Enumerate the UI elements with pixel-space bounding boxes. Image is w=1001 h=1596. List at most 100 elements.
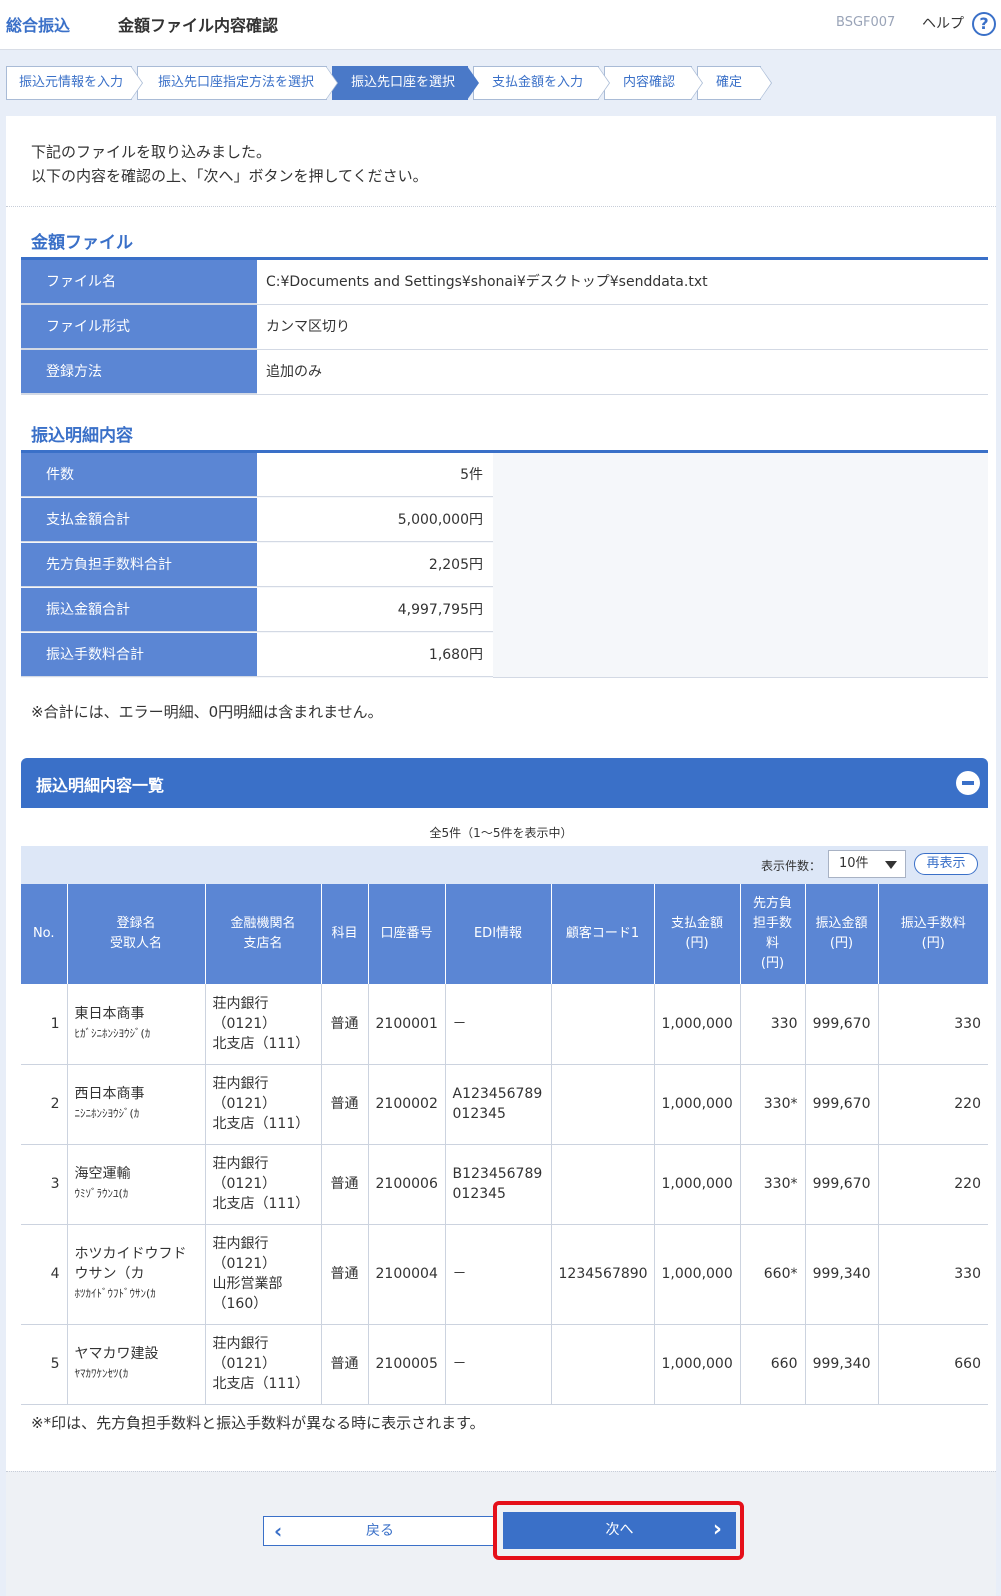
cell-edi: B123456789 012345 xyxy=(445,1144,552,1225)
table-row: 2 西日本商事 ﾆｼﾆﾎﾝｼﾖｳｼﾞ(ｶ 荘内銀行 （0121） 北支店（111） 普… xyxy=(21,1064,988,1145)
screen-code: BSGF007 xyxy=(836,15,896,30)
transfer-fee-total-label: 振込手数料合計 xyxy=(21,633,257,677)
summary-bottom-rule xyxy=(493,677,988,678)
table-row: 5 ヤマカワ建設 ﾔﾏｶﾜｹﾝｾﾂ(ｶ 荘内銀行 （0121） 北支店（111） 普通… xyxy=(21,1324,988,1405)
cell-bank: 荘内銀行 （0121） 北支店（111） xyxy=(205,1324,322,1405)
help-icon[interactable]: ? xyxy=(972,12,996,36)
cell-bank: 荘内銀行 （0121） 北支店（111） xyxy=(205,984,322,1065)
display-controls: 表示件数： 10件 再表示 xyxy=(21,846,988,884)
chevron-right-icon: › xyxy=(712,1517,722,1542)
summary-table: 件数 5件 支払金額合計 5,000,000円 先方負担手数料合計 2,205円… xyxy=(21,453,988,678)
cell-payee-fee: 660* xyxy=(740,1224,806,1325)
cell-payee-fee: 330* xyxy=(740,1064,806,1145)
list-header-bar: 振込明細内容一覧 xyxy=(21,758,988,808)
back-button[interactable]: ‹ 戻る xyxy=(263,1516,497,1546)
intro-line-2: 以下の内容を確認の上、「次へ」ボタンを押してください。 xyxy=(31,167,428,185)
cell-edi: A123456789 012345 xyxy=(445,1064,552,1145)
cell-transfer-fee: 220 xyxy=(878,1144,988,1225)
intro-text: 下記のファイルを取り込みました。 以下の内容を確認の上、「次へ」ボタンを押してく… xyxy=(31,140,428,188)
step-3: 振込先口座を選択 xyxy=(332,66,479,100)
file-name-value: C:¥Documents and Settings¥shonai¥デスクトップ¥… xyxy=(266,274,708,290)
page-header: 総合振込 金額ファイル内容確認 BSGF007 ヘルプ ? xyxy=(0,0,1001,50)
step-label: 振込先口座を選択 xyxy=(351,75,456,90)
cell-no: 4 xyxy=(21,1224,68,1325)
col-payee-fee: 先方負 担手数料 (円) xyxy=(740,884,806,984)
cell-bank: 荘内銀行 （0121） 北支店（111） xyxy=(205,1064,322,1145)
register-method-value: 追加のみ xyxy=(266,364,322,380)
summary-row: 支払金額合計 5,000,000円 xyxy=(21,498,988,543)
col-account: 口座番号 xyxy=(368,884,446,984)
col-type: 科目 xyxy=(321,884,369,984)
cell-no: 3 xyxy=(21,1144,68,1225)
step-2: 振込先口座指定方法を選択 xyxy=(137,66,338,100)
cell-edi: － xyxy=(445,1324,552,1405)
cell-no: 1 xyxy=(21,984,68,1065)
transfer-fee-total-value: 1,680円 xyxy=(257,633,493,677)
cell-type: 普通 xyxy=(321,1144,369,1225)
cell-pay-amount: 1,000,000 xyxy=(654,1064,741,1145)
refresh-button[interactable]: 再表示 xyxy=(914,853,978,875)
summary-note: ※合計には、エラー明細、0円明細は含まれません。 xyxy=(31,703,383,721)
fee-diff-note: ※*印は、先方負担手数料と振込手数料が異なる時に表示されます。 xyxy=(31,1414,485,1432)
file-format-label: ファイル形式 xyxy=(21,305,257,349)
cell-no: 2 xyxy=(21,1064,68,1145)
col-pay-amount: 支払金額 (円) xyxy=(654,884,741,984)
cell-account: 2100005 xyxy=(368,1324,446,1405)
cell-transfer-amount: 999,670 xyxy=(805,1064,879,1145)
cell-name: ホツカイドウフドウサン（カ ﾎﾂｶｲﾄﾞｳﾌﾄﾞｳｻﾝ(ｶ xyxy=(67,1224,206,1325)
table-header-row: No. 登録名 受取人名 金融機関名 支店名 科目 口座番号 EDI情報 顧客コード… xyxy=(21,884,988,984)
help-link[interactable]: ヘルプ xyxy=(922,13,964,33)
cell-edi: － xyxy=(445,984,552,1065)
step-label: 内容確認 xyxy=(623,75,676,90)
display-count-label: 表示件数： xyxy=(761,859,822,873)
summary-row: 先方負担手数料合計 2,205円 xyxy=(21,543,988,588)
step-label: 振込元情報を入力 xyxy=(19,75,124,90)
record-count: 全5件（1～5件を表示中） xyxy=(429,826,573,840)
count-label: 件数 xyxy=(21,453,257,497)
cell-pay-amount: 1,000,000 xyxy=(654,1144,741,1225)
count-value: 5件 xyxy=(257,453,493,497)
display-count-select[interactable]: 10件 xyxy=(828,850,906,878)
cell-transfer-amount: 999,340 xyxy=(805,1224,879,1325)
cell-transfer-amount: 999,670 xyxy=(805,1144,879,1225)
cell-pay-amount: 1,000,000 xyxy=(654,1324,741,1405)
file-name-label: ファイル名 xyxy=(21,260,257,304)
collapse-icon[interactable] xyxy=(956,771,980,795)
pay-total-label: 支払金額合計 xyxy=(21,498,257,542)
cell-customer-code xyxy=(551,984,655,1065)
pay-total-value: 5,000,000円 xyxy=(257,498,493,542)
cell-pay-amount: 1,000,000 xyxy=(654,1224,741,1325)
step-4: 支払金額を入力 xyxy=(473,66,610,100)
cell-transfer-amount: 999,670 xyxy=(805,984,879,1065)
cell-transfer-fee: 220 xyxy=(878,1064,988,1145)
cell-name: 西日本商事 ﾆｼﾆﾎﾝｼﾖｳｼﾞ(ｶ xyxy=(67,1064,206,1145)
cell-type: 普通 xyxy=(321,1224,369,1325)
payee-fee-total-label: 先方負担手数料合計 xyxy=(21,543,257,587)
cell-transfer-amount: 999,340 xyxy=(805,1324,879,1405)
cell-customer-code xyxy=(551,1064,655,1145)
display-count-value: 10件 xyxy=(839,856,869,871)
next-button[interactable]: 次へ › xyxy=(503,1512,736,1549)
col-name: 登録名 受取人名 xyxy=(67,884,206,984)
step-label: 確定 xyxy=(716,75,743,90)
col-transfer-amount: 振込金額 (円) xyxy=(805,884,879,984)
step-label: 振込先口座指定方法を選択 xyxy=(158,75,315,90)
cell-name: 東日本商事 ﾋｶﾞｼﾆﾎﾝｼﾖｳｼﾞ(ｶ xyxy=(67,984,206,1065)
cell-bank: 荘内銀行 （0121） 山形営業部 （160） xyxy=(205,1224,322,1325)
cell-no: 5 xyxy=(21,1324,68,1405)
cell-customer-code xyxy=(551,1324,655,1405)
amount-file-title: 金額ファイル xyxy=(31,233,133,253)
col-no: No. xyxy=(21,884,68,984)
cell-transfer-fee: 660 xyxy=(878,1324,988,1405)
chevron-left-icon: ‹ xyxy=(274,1519,283,1543)
cell-customer-code xyxy=(551,1144,655,1225)
summary-row: 振込手数料合計 1,680円 xyxy=(21,633,988,678)
cell-bank: 荘内銀行 （0121） 北支店（111） xyxy=(205,1144,322,1225)
cell-account: 2100004 xyxy=(368,1224,446,1325)
summary-row: 件数 5件 xyxy=(21,453,988,498)
app-name[interactable]: 総合振込 xyxy=(6,12,70,36)
cell-name: 海空運輸 ｳﾐｿﾞﾗｳﾝﾕ(ｶ xyxy=(67,1144,206,1225)
step-1: 振込元情報を入力 xyxy=(6,66,143,100)
back-label: 戻る xyxy=(366,1523,394,1539)
cell-payee-fee: 660 xyxy=(740,1324,806,1405)
